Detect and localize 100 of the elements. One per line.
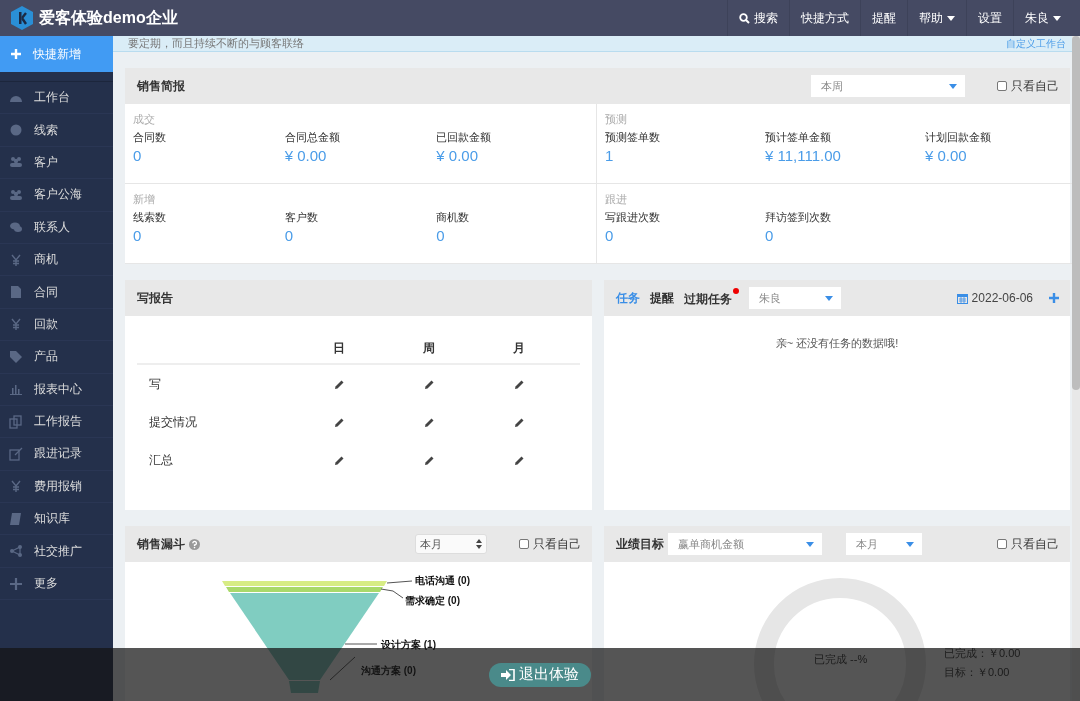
panel-title: 销售简报 <box>137 77 185 95</box>
share-icon <box>9 544 23 559</box>
sidebar-item[interactable]: 联系人 <box>0 211 113 244</box>
sidebar-item[interactable]: 工作报告 <box>0 405 113 439</box>
caret-icon <box>825 295 833 301</box>
caret-icon <box>806 541 814 547</box>
sidebar-item[interactable]: 更多 <box>0 567 113 601</box>
sidebar-item[interactable]: 产品 <box>0 341 113 374</box>
copy-icon <box>9 414 23 429</box>
pencil-icon[interactable] <box>513 416 525 428</box>
metric-value: ¥ 11,111.00 <box>765 146 842 166</box>
users-icon <box>9 155 23 170</box>
period-select[interactable]: 本周 <box>811 75 965 97</box>
only-self-checkbox[interactable]: 只看自己 <box>997 77 1059 95</box>
stage-label: 设计方案 (1) <box>381 638 436 652</box>
sort-arrows-icon <box>476 539 482 549</box>
date-text: 2022-06-06 <box>971 291 1033 305</box>
tag-icon <box>9 349 23 364</box>
period-select[interactable]: 本月 <box>846 533 922 555</box>
help-icon[interactable] <box>189 538 200 550</box>
leader-line <box>386 580 413 584</box>
metric-label: 拜访签到次数 <box>765 210 832 225</box>
group-title: 预测 <box>605 112 628 127</box>
stage-label: 电话沟通 (0) <box>415 574 470 588</box>
metric-value: 0 <box>605 226 615 246</box>
owner-select[interactable]: 朱良 <box>749 287 841 309</box>
group-title: 跟进 <box>605 192 628 207</box>
column-header: 周 <box>423 339 435 357</box>
caret-icon <box>1053 15 1061 21</box>
row-label: 汇总 <box>149 452 173 467</box>
caret-icon <box>949 83 957 89</box>
metric-value: ¥ 0.00 <box>436 146 480 166</box>
metric-label: 预测签单数 <box>605 130 661 145</box>
sidebar-item[interactable]: 合同 <box>0 276 113 309</box>
panel-title: 销售漏斗 <box>137 535 185 553</box>
metric-select[interactable]: 赢单商机金额 <box>668 533 822 555</box>
metric-label: 商机数 <box>436 210 471 225</box>
plus-icon <box>9 576 23 591</box>
pencil-icon[interactable] <box>333 378 345 390</box>
sidebar-item[interactable]: 回款 <box>0 308 113 342</box>
empty-message: 亲~ 还没有任务的数据哦! <box>775 336 899 351</box>
pencil-icon[interactable] <box>333 454 345 466</box>
sidebar-item[interactable]: 客户公海 <box>0 179 113 212</box>
sidebar-item[interactable]: 社交推广 <box>0 535 113 568</box>
sidebar-item[interactable]: 客户 <box>0 146 113 180</box>
notice-text: 要定期，而且持续不断的与顾客联络 <box>128 36 304 51</box>
pencil-icon[interactable] <box>513 378 525 390</box>
panel-title: 业绩目标 <box>616 535 664 553</box>
metric-label: 合同数 <box>133 130 167 145</box>
only-self-checkbox[interactable]: 只看自己 <box>519 535 581 553</box>
yen-icon <box>9 252 23 267</box>
file-icon <box>9 285 23 300</box>
group-title: 新增 <box>133 192 156 207</box>
add-icon[interactable] <box>1049 293 1059 303</box>
panel-title: 写报告 <box>137 289 173 307</box>
column-header: 日 <box>333 339 345 357</box>
sidebar-item[interactable]: 工作台 <box>0 82 113 115</box>
exit-button[interactable]: 退出体验 <box>489 662 591 687</box>
metric-value: 0 <box>765 226 775 246</box>
sidebar-item[interactable]: 跟进记录 <box>0 438 113 471</box>
metric-label: 计划回款金额 <box>925 130 992 145</box>
leader-line <box>344 643 378 645</box>
logo-icon <box>11 6 33 30</box>
period-select[interactable]: 本月 <box>415 534 487 554</box>
pencil-icon[interactable] <box>423 454 435 466</box>
pencil-icon[interactable] <box>423 416 435 428</box>
metric-value: 0 <box>133 226 143 246</box>
metric-label: 写跟进次数 <box>605 210 661 225</box>
pencil-icon[interactable] <box>333 416 345 428</box>
sidebar-item[interactable]: 知识库 <box>0 503 113 536</box>
row-label: 写 <box>149 376 161 391</box>
metric-value: 0 <box>133 146 143 166</box>
sidebar-item[interactable]: 报表中心 <box>0 373 113 406</box>
group-title: 成交 <box>133 112 156 127</box>
metric-value: ¥ 0.00 <box>925 146 968 166</box>
column-header: 月 <box>513 339 525 357</box>
metric-value: 0 <box>436 226 446 246</box>
task-tab[interactable]: 提醒 <box>650 289 674 307</box>
metric-label: 合同总金额 <box>284 130 341 145</box>
chat-icon <box>9 220 23 235</box>
leader-line <box>380 588 404 599</box>
row-label: 提交情况 <box>149 414 197 429</box>
metric-value: 0 <box>284 226 294 246</box>
sidebar-item[interactable]: 商机 <box>0 243 113 277</box>
caret-icon <box>947 15 955 21</box>
only-self-checkbox[interactable]: 只看自己 <box>997 535 1059 553</box>
search-icon <box>739 12 750 24</box>
task-tab[interactable]: 过期任务 <box>684 288 739 308</box>
yen-icon <box>9 317 23 332</box>
pencil-icon[interactable] <box>513 454 525 466</box>
plus-icon <box>11 49 21 59</box>
metric-label: 客户数 <box>284 210 319 225</box>
edit-icon <box>9 447 23 461</box>
pencil-icon[interactable] <box>423 378 435 390</box>
yen-icon <box>9 479 23 494</box>
metric-value: 1 <box>605 146 615 166</box>
sidebar-item[interactable]: 线索 <box>0 114 113 147</box>
sidebar-item[interactable]: 费用报销 <box>0 470 113 504</box>
sign-in-icon <box>501 668 515 681</box>
calendar-icon[interactable] <box>956 292 968 304</box>
